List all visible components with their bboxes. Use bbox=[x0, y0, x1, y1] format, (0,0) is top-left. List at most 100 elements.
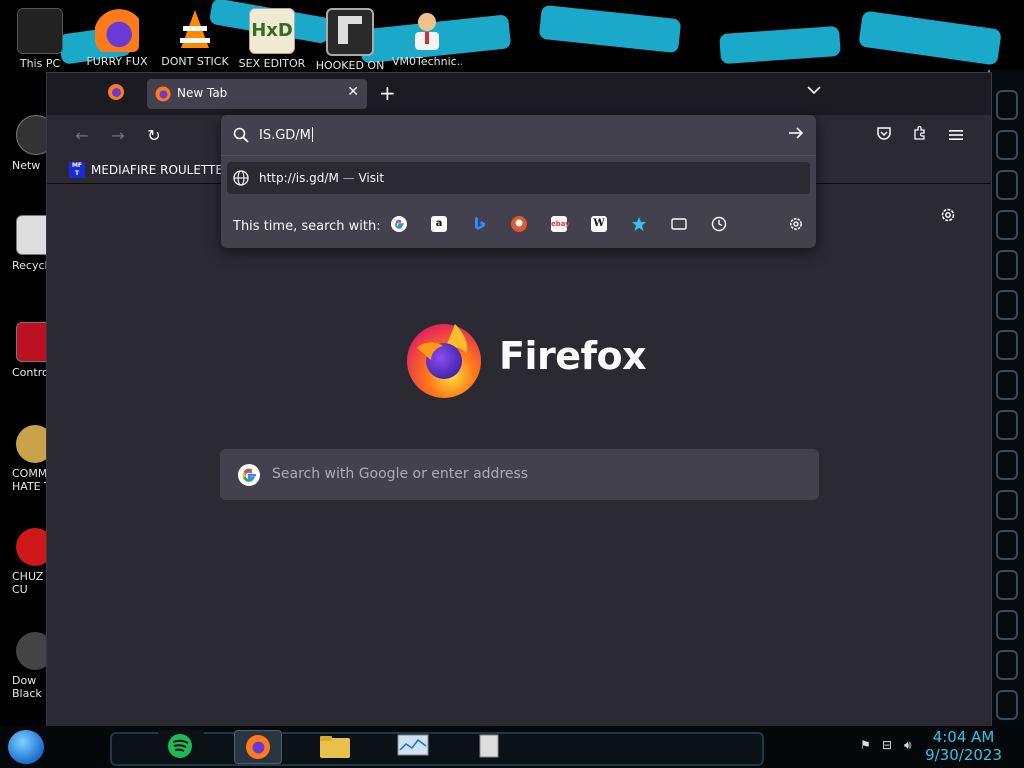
divider bbox=[221, 155, 816, 156]
extensions-icon[interactable] bbox=[909, 125, 931, 147]
search-with-label: This time, search with: bbox=[233, 219, 381, 234]
desktop-frame-decoration bbox=[988, 70, 1024, 730]
firefox-icon bbox=[108, 84, 124, 100]
new-tab-button[interactable]: + bbox=[379, 81, 396, 105]
desktop-icon-recycle[interactable]: Recycl bbox=[0, 215, 56, 272]
clock-time: 4:04 AM bbox=[932, 728, 995, 746]
desktop-icon-sex-editor[interactable]: HxD SEX EDITOR bbox=[237, 8, 307, 70]
go-arrow-icon[interactable] bbox=[788, 125, 804, 144]
desktop-icon-network[interactable]: Netw bbox=[0, 115, 56, 172]
taskbar-app-generic[interactable] bbox=[466, 730, 512, 762]
firefox-wordmark: Firefox bbox=[499, 334, 647, 378]
start-button[interactable] bbox=[8, 730, 44, 764]
wikipedia-icon[interactable]: W bbox=[591, 216, 607, 232]
newtab-search-placeholder: Search with Google or enter address bbox=[272, 466, 529, 482]
bookmarks-icon[interactable] bbox=[631, 216, 647, 232]
desktop-icon-label: Netw bbox=[12, 159, 41, 172]
desktop-icon-furry-fux[interactable]: FURRY FUX bbox=[82, 8, 152, 68]
new-tab-page: Firefox Search with Google or enter addr… bbox=[47, 184, 991, 727]
desktop-icon-label: DONT STICK bbox=[161, 56, 229, 68]
bookmark-mediafire[interactable]: MF T MEDIAFIRE ROULETTER bbox=[69, 161, 231, 179]
desktop-icon-commu[interactable]: COMMU HATE TH bbox=[0, 425, 54, 493]
desktop-icon-label: CHUZ bbox=[12, 570, 44, 583]
firefox-icon bbox=[155, 86, 171, 102]
urlbar-result-visit[interactable]: http://is.gd/M — Visit bbox=[227, 162, 810, 194]
pinned-tab[interactable] bbox=[107, 83, 127, 103]
desktop-icon-label: Recycl bbox=[12, 259, 48, 272]
desktop-icon-label: Dow bbox=[12, 674, 37, 687]
bookmark-favicon: MF T bbox=[69, 162, 85, 178]
desktop-icon-label: This PC bbox=[19, 58, 61, 70]
desktop-icon-label: HOOKED ON bbox=[315, 60, 385, 72]
taskbar-app-spotify[interactable] bbox=[158, 730, 204, 762]
google-icon bbox=[238, 464, 260, 486]
wallpaper-decoration bbox=[719, 25, 841, 65]
desktop-icon-label: Control bbox=[12, 366, 50, 379]
desktop-icon-label: HATE TH bbox=[12, 480, 50, 493]
search-icon bbox=[233, 127, 249, 143]
computer-icon bbox=[17, 8, 63, 54]
urlbar-text: IS.GD/M bbox=[259, 127, 313, 143]
menu-icon[interactable] bbox=[945, 125, 967, 147]
network-icon[interactable]: ⊟ bbox=[882, 738, 892, 752]
firefox-icon bbox=[246, 735, 270, 759]
desktop-icon-label: CU bbox=[12, 583, 28, 596]
clock[interactable]: 4:04 AM 9/30/2023 bbox=[925, 728, 1002, 764]
desktop-icon-label: FURRY FUX bbox=[86, 56, 148, 68]
desktop-icon-chuz[interactable]: CHUZ CU bbox=[0, 528, 54, 596]
tabs-icon[interactable] bbox=[671, 216, 687, 232]
tab-new-tab[interactable]: New Tab ✕ bbox=[147, 79, 367, 109]
result-text: http://is.gd/M — Visit bbox=[259, 171, 385, 185]
desktop-icon-label: SEX EDITOR bbox=[238, 58, 306, 70]
gear-icon[interactable] bbox=[939, 206, 957, 228]
desktop-icon-control[interactable]: Control bbox=[0, 322, 56, 379]
taskbar-app-explorer[interactable] bbox=[312, 730, 358, 762]
desktop-icon-label: Black bbox=[12, 687, 42, 700]
google-icon[interactable] bbox=[391, 216, 407, 232]
history-icon[interactable] bbox=[711, 216, 727, 232]
close-tab-icon[interactable]: ✕ bbox=[347, 84, 359, 100]
urlbar-dropdown: IS.GD/M http://is.gd/M — Visit This time… bbox=[221, 115, 816, 248]
desktop-icon-download[interactable]: Dow Black bbox=[0, 632, 54, 700]
tab-title: New Tab bbox=[177, 86, 228, 100]
desktop-icon-label: VM0Technic... bbox=[392, 56, 462, 68]
wallpaper-decoration bbox=[858, 10, 1002, 66]
desktop-icon-hooked-on[interactable]: HOOKED ON bbox=[315, 8, 385, 72]
back-button[interactable]: ← bbox=[71, 125, 93, 147]
desktop-icon-label: COMMU bbox=[12, 467, 50, 480]
clock-date: 9/30/2023 bbox=[925, 746, 1002, 764]
technician-icon bbox=[405, 8, 449, 52]
search-settings-gear-icon[interactable] bbox=[788, 216, 804, 232]
desktop-icon-this-pc[interactable]: This PC bbox=[5, 8, 75, 70]
flag-icon[interactable]: ⚑ bbox=[860, 738, 871, 752]
firefox-icon bbox=[95, 8, 139, 52]
bookmark-label: MEDIAFIRE ROULETTER bbox=[91, 163, 232, 177]
tab-bar: New Tab ✕ + bbox=[47, 73, 991, 115]
volume-icon[interactable]: 🔊︎ bbox=[904, 738, 912, 753]
pocket-icon[interactable] bbox=[873, 125, 895, 147]
taskbar-app-firefox[interactable] bbox=[234, 730, 282, 764]
newtab-search-box[interactable]: Search with Google or enter address bbox=[220, 449, 819, 500]
taskbar-app-monitor[interactable] bbox=[390, 730, 436, 762]
desktop-icon-vm0technic[interactable]: VM0Technic... bbox=[392, 8, 462, 68]
taskbar: ⚑ ⊟ 🔊︎ 4:04 AM 9/30/2023 bbox=[0, 726, 1024, 768]
wallpaper-decoration bbox=[538, 4, 682, 54]
app-icon bbox=[479, 734, 499, 758]
amazon-icon[interactable]: a bbox=[431, 216, 447, 232]
ebay-icon[interactable]: ebay bbox=[551, 216, 570, 232]
urlbar-input[interactable]: IS.GD/M bbox=[221, 115, 816, 155]
forward-button[interactable]: → bbox=[107, 125, 129, 147]
firefox-logo-icon bbox=[407, 324, 481, 398]
folder-icon bbox=[320, 736, 350, 758]
vlc-icon bbox=[173, 8, 217, 52]
duckduckgo-icon[interactable] bbox=[511, 216, 527, 232]
spotify-icon bbox=[168, 734, 192, 758]
monitor-icon bbox=[397, 734, 429, 756]
app-icon bbox=[326, 8, 374, 56]
taskbar-dock bbox=[110, 732, 764, 766]
bing-icon[interactable] bbox=[471, 216, 487, 232]
desktop-icon-dont-stick[interactable]: DONT STICK bbox=[160, 8, 230, 68]
globe-icon bbox=[233, 170, 249, 186]
list-all-tabs-icon[interactable] bbox=[807, 83, 821, 99]
reload-button[interactable]: ↻ bbox=[143, 125, 165, 147]
